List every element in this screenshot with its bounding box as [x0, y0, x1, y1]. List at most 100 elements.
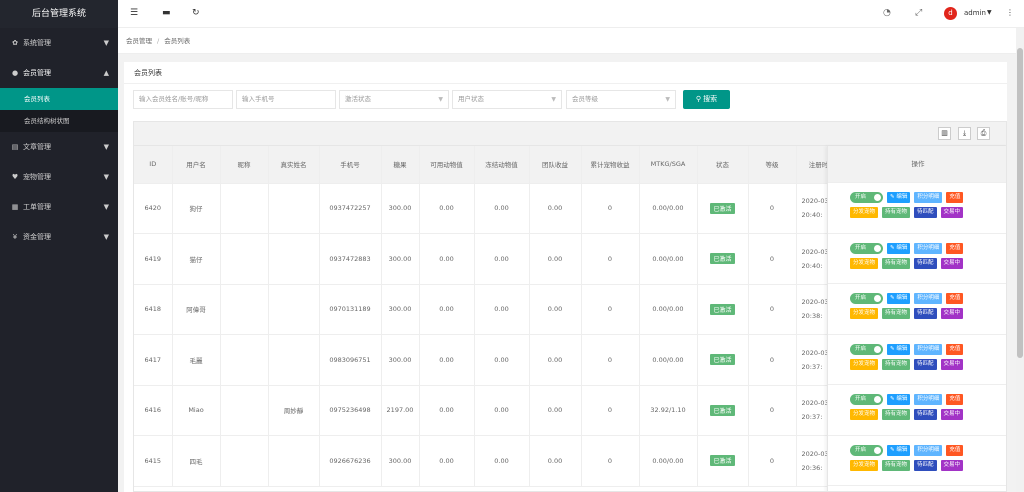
- points-detail-button[interactable]: 积分明细: [914, 192, 943, 203]
- holding-pet-button[interactable]: 持有宠物: [882, 308, 911, 319]
- pending-match-button[interactable]: 待匹配: [914, 308, 937, 319]
- menu-system[interactable]: ✿ 系统管理 ▼: [0, 28, 118, 58]
- points-detail-button[interactable]: 积分明细: [914, 242, 943, 254]
- columns-filter-icon[interactable]: ▥: [938, 127, 951, 140]
- edit-button[interactable]: ✎ 编辑: [887, 394, 911, 405]
- enable-toggle[interactable]: 开启: [850, 444, 883, 456]
- points-detail-button[interactable]: 积分明细: [914, 343, 943, 355]
- holding-pet-button[interactable]: 持有宠物: [882, 257, 911, 269]
- distribute-pet-button[interactable]: 分发宠物: [850, 308, 879, 319]
- table-row[interactable]: 6418 阿偉哥 0970131189 300.00 0.00 0.00 0.00 0 0.00…: [134, 284, 842, 335]
- holding-pet-button[interactable]: 持有宠物: [882, 459, 911, 471]
- print-icon[interactable]: ⎙: [977, 127, 990, 140]
- app-title: 后台管理系统: [0, 0, 118, 28]
- edit-button[interactable]: ✎ 编辑: [887, 293, 911, 304]
- menu-members[interactable]: ● 会员管理 ▲: [0, 58, 118, 88]
- pending-match-button[interactable]: 待匹配: [914, 358, 937, 370]
- name-search-input[interactable]: 输入会员姓名/账号/昵称: [133, 90, 233, 109]
- column-header[interactable]: 手机号: [319, 146, 382, 184]
- more-icon[interactable]: ⋮: [1006, 8, 1014, 17]
- table-row[interactable]: 6416 Miao 周妙靜 0975236498 2197.00 0.00 0.00 0.00…: [134, 385, 842, 436]
- enable-toggle[interactable]: 开启: [850, 394, 883, 405]
- username[interactable]: admin: [964, 9, 986, 17]
- distribute-pet-button[interactable]: 分发宠物: [850, 409, 879, 420]
- edit-button[interactable]: ✎ 编辑: [887, 343, 911, 355]
- edit-button[interactable]: ✎ 编辑: [887, 192, 911, 203]
- scrollbar-thumb[interactable]: [1017, 48, 1023, 358]
- column-header[interactable]: 可用动物值: [419, 146, 475, 184]
- recharge-button[interactable]: 充值: [946, 293, 964, 304]
- column-header[interactable]: 用户名: [172, 146, 221, 184]
- refresh-icon[interactable]: ↻: [192, 8, 200, 18]
- menu-articles[interactable]: ▤ 文章管理 ▼: [0, 132, 118, 162]
- menu-tickets[interactable]: ▦ 工单管理 ▼: [0, 192, 118, 222]
- trading-button[interactable]: 交易中: [940, 207, 964, 218]
- device-icon[interactable]: ▬: [162, 8, 171, 18]
- breadcrumb-item[interactable]: 会员管理: [126, 37, 152, 45]
- holding-pet-button[interactable]: 持有宠物: [882, 207, 911, 218]
- theme-icon[interactable]: ◔: [883, 8, 891, 18]
- avatar[interactable]: d: [944, 7, 957, 20]
- recharge-button[interactable]: 充值: [946, 394, 964, 405]
- recharge-button[interactable]: 充值: [946, 242, 964, 254]
- activation-select[interactable]: 激活状态 ▼: [339, 90, 449, 109]
- cell-avail: 0.00: [419, 334, 475, 386]
- submenu-member-tree[interactable]: 会员结构树状图: [0, 110, 118, 132]
- holding-pet-button[interactable]: 持有宠物: [882, 409, 911, 420]
- enable-toggle[interactable]: 开启: [850, 293, 883, 304]
- trading-button[interactable]: 交易中: [940, 459, 964, 471]
- column-header[interactable]: 状态: [697, 146, 749, 184]
- submenu-member-list[interactable]: 会员列表: [0, 88, 118, 110]
- recharge-button[interactable]: 充值: [946, 343, 964, 355]
- page-scrollbar[interactable]: [1016, 28, 1024, 492]
- column-header[interactable]: 累计宠物收益: [581, 146, 640, 184]
- column-header[interactable]: 真实姓名: [268, 146, 320, 184]
- phone-search-input[interactable]: 输入手机号: [236, 90, 336, 109]
- trading-button[interactable]: 交易中: [940, 257, 964, 269]
- menu-toggle-icon[interactable]: ☰: [130, 8, 138, 18]
- table-row[interactable]: 6415 四毛 0926676236 300.00 0.00 0.00 0.00 0 0.00/…: [134, 435, 842, 487]
- distribute-pet-button[interactable]: 分发宠物: [850, 207, 879, 218]
- column-header[interactable]: 昵称: [220, 146, 269, 184]
- recharge-button[interactable]: 充值: [946, 192, 964, 203]
- trading-button[interactable]: 交易中: [940, 358, 964, 370]
- column-header[interactable]: MTKG/SGA: [639, 146, 698, 184]
- menu-pets[interactable]: ♥ 宠物管理 ▼: [0, 162, 118, 192]
- fullscreen-icon[interactable]: ⤢: [915, 8, 922, 18]
- holding-pet-button[interactable]: 持有宠物: [882, 358, 911, 370]
- recharge-button[interactable]: 充值: [946, 444, 964, 456]
- distribute-pet-button[interactable]: 分发宠物: [850, 358, 879, 370]
- pending-match-button[interactable]: 待匹配: [914, 409, 937, 420]
- pending-match-button[interactable]: 待匹配: [914, 257, 937, 269]
- edit-button[interactable]: ✎ 编辑: [887, 242, 911, 254]
- distribute-pet-button[interactable]: 分发宠物: [850, 459, 879, 471]
- table-row[interactable]: 6417 毛麗 0983096751 300.00 0.00 0.00 0.00 0 0.00/…: [134, 334, 842, 386]
- distribute-pet-button[interactable]: 分发宠物: [850, 257, 879, 269]
- column-header[interactable]: 团队收益: [529, 146, 582, 184]
- column-header[interactable]: 冻结动物值: [474, 146, 530, 184]
- enable-toggle[interactable]: 开启: [850, 343, 883, 355]
- pending-match-button[interactable]: 待匹配: [914, 459, 937, 471]
- trading-button[interactable]: 交易中: [940, 409, 964, 420]
- export-icon[interactable]: ⤓: [958, 127, 971, 140]
- points-detail-button[interactable]: 积分明细: [914, 293, 943, 304]
- table-row[interactable]: 6420 狗仔 0937472257 300.00 0.00 0.00 0.00 0 0.00/…: [134, 183, 842, 234]
- column-header[interactable]: 等级: [748, 146, 797, 184]
- trading-button[interactable]: 交易中: [940, 308, 964, 319]
- level-select[interactable]: 会员等级 ▼: [566, 90, 676, 109]
- enable-toggle[interactable]: 开启: [850, 192, 883, 203]
- edit-button[interactable]: ✎ 编辑: [887, 444, 911, 456]
- table-row[interactable]: 6419 猫仔 0937472883 300.00 0.00 0.00 0.00 0 0.00/…: [134, 233, 842, 285]
- column-header[interactable]: ID: [134, 146, 173, 184]
- cell-id: 6419: [134, 233, 173, 285]
- ticket-icon: ▦: [11, 203, 19, 211]
- column-header[interactable]: 糖果: [381, 146, 420, 184]
- user-status-select[interactable]: 用户状态 ▼: [452, 90, 562, 109]
- points-detail-button[interactable]: 积分明细: [914, 394, 943, 405]
- points-detail-button[interactable]: 积分明细: [914, 444, 943, 456]
- search-button[interactable]: ⚲ 搜索: [683, 90, 730, 109]
- pending-match-button[interactable]: 待匹配: [914, 207, 937, 218]
- menu-funds[interactable]: ¥ 资金管理 ▼: [0, 222, 118, 252]
- caret-down-icon[interactable]: ▼: [987, 9, 992, 16]
- enable-toggle[interactable]: 开启: [850, 242, 883, 254]
